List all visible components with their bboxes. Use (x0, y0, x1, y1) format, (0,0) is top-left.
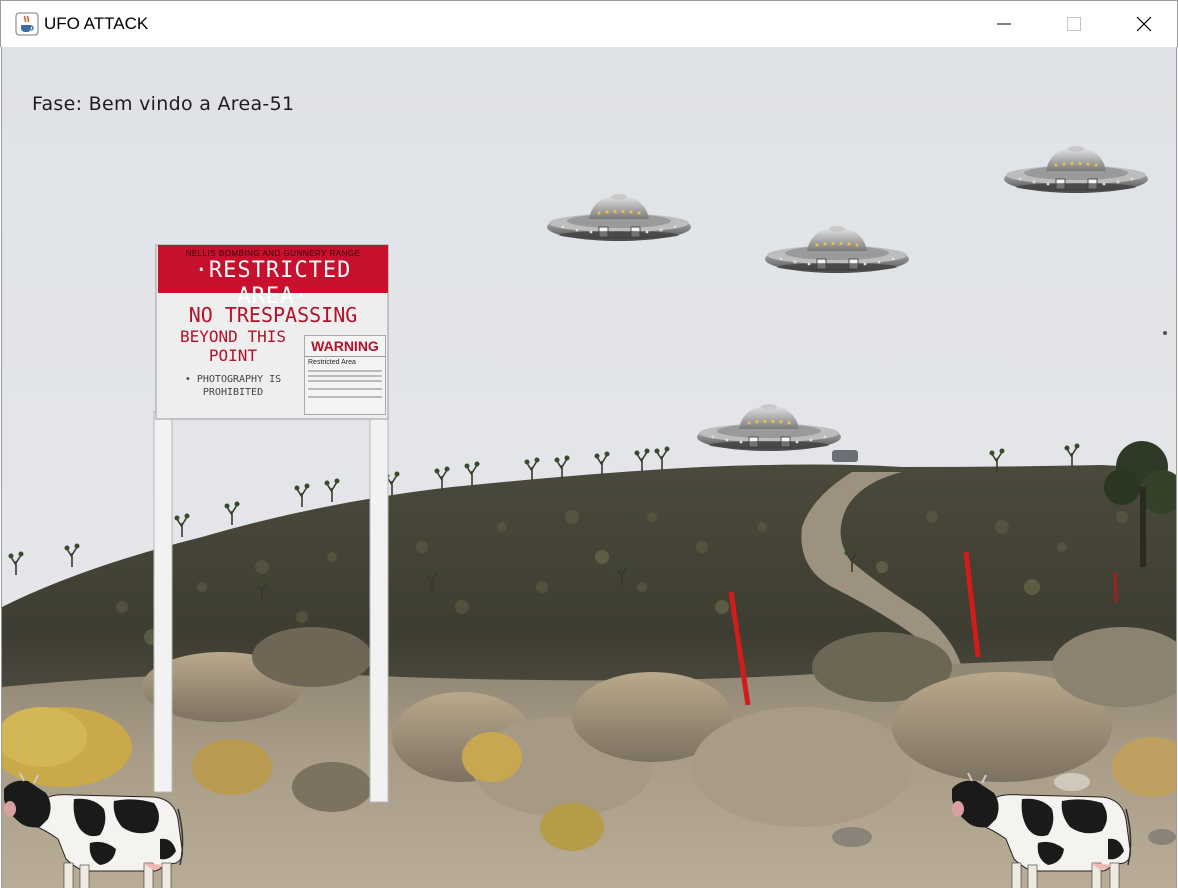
minimize-icon (997, 23, 1011, 25)
java-cup-icon (15, 12, 39, 36)
warning-subtitle: Restricted Area (308, 359, 356, 366)
game-canvas[interactable]: NELLIS BOMBING AND GUNNERY RANGE ·RESTRI… (1, 47, 1177, 888)
sign-line-photography: • PHOTOGRAPHY IS (184, 374, 282, 385)
sign-top-line: NELLIS BOMBING AND GUNNERY RANGE (185, 249, 361, 258)
close-button[interactable] (1109, 1, 1178, 47)
phase-label: Fase: Bem vindo a Area-51 (32, 93, 295, 115)
window-title: UFO ATTACK (44, 14, 149, 33)
sign-post-right (369, 411, 389, 803)
sign-line-prohibited: PROHIBITED (202, 387, 264, 398)
window-titlebar[interactable]: UFO ATTACK (0, 0, 1178, 47)
distant-car (832, 450, 858, 462)
ufo-sprite (546, 193, 692, 242)
maximize-icon (1067, 17, 1081, 31)
sign-post-left (153, 411, 173, 793)
sign-line-point: POINT (208, 346, 258, 365)
ufo-sprite (764, 225, 910, 274)
sign-line-no-trespassing: NO TRESPASSING (188, 303, 358, 327)
close-icon (1136, 16, 1152, 32)
minimize-button[interactable] (969, 1, 1039, 47)
ufo-sprite (1003, 145, 1149, 194)
warning-title: WARNING (305, 336, 385, 357)
game-scene (2, 145, 1176, 888)
ufo-sprite (696, 403, 842, 452)
sign-line-beyond: BEYOND THIS (180, 327, 286, 346)
maximize-button[interactable] (1039, 1, 1109, 47)
warning-placard: WARNING Restricted Area (304, 335, 386, 415)
